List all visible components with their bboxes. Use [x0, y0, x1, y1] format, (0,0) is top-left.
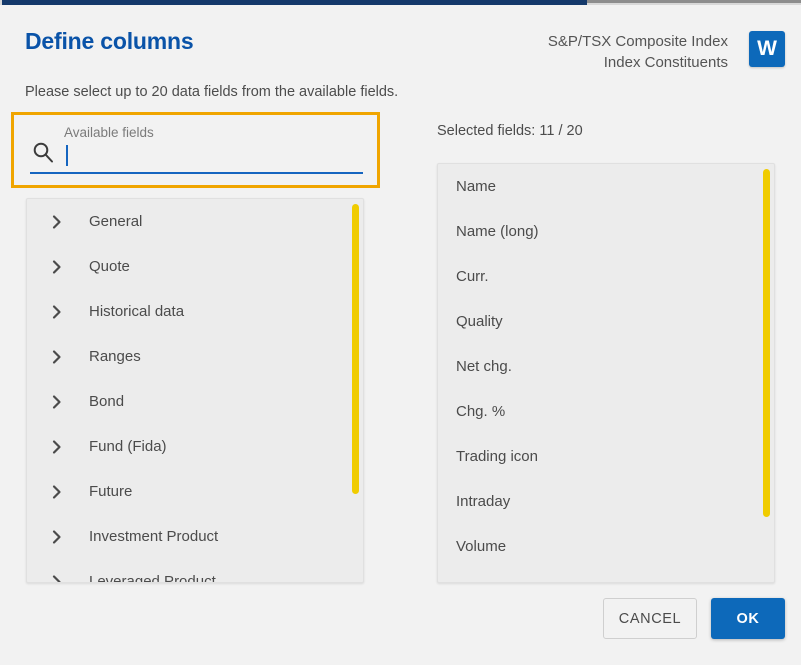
context-line-secondary: Index Constituents — [548, 52, 728, 73]
selected-field-label: Quality — [456, 313, 503, 330]
cancel-button[interactable]: CANCEL — [603, 598, 697, 639]
available-field-row[interactable]: Future — [27, 469, 363, 514]
define-columns-dialog: Define columns Please select up to 20 da… — [0, 5, 801, 665]
available-fields-scrollbar[interactable] — [352, 204, 359, 494]
context-title: S&P/TSX Composite Index Index Constituen… — [548, 31, 728, 73]
selected-field-label: Trading icon — [456, 448, 538, 465]
selected-fields-scroll-area: Name Name (long) Curr. Quality Net chg. Chg. … — [438, 164, 774, 582]
selected-field-row[interactable]: Quality — [438, 299, 774, 344]
selected-field-label: Name — [456, 178, 496, 195]
available-field-label: Future — [89, 483, 132, 500]
available-field-label: Historical data — [89, 303, 184, 320]
available-field-row[interactable]: Quote — [27, 244, 363, 289]
selected-field-row[interactable]: Name (long) — [438, 209, 774, 254]
chevron-right-icon — [49, 349, 65, 365]
available-field-row[interactable]: Investment Product — [27, 514, 363, 559]
selected-field-row[interactable]: Trading icon — [438, 434, 774, 479]
selected-field-label: Net chg. — [456, 358, 512, 375]
chevron-right-icon — [49, 394, 65, 410]
selected-field-row[interactable]: Intraday — [438, 479, 774, 524]
available-field-label: Ranges — [89, 348, 141, 365]
context-line-primary: S&P/TSX Composite Index — [548, 31, 728, 52]
page-title: Define columns — [25, 28, 193, 55]
available-field-label: Bond — [89, 393, 124, 410]
selected-field-label: Intraday — [456, 493, 510, 510]
app-badge: W — [749, 31, 785, 67]
chevron-right-icon — [49, 529, 65, 545]
text-cursor — [66, 145, 68, 166]
available-field-row[interactable]: Leveraged Product — [27, 559, 363, 582]
chevron-right-icon — [49, 484, 65, 500]
ok-button[interactable]: OK — [711, 598, 785, 639]
available-field-row[interactable]: Bond — [27, 379, 363, 424]
search-inner: Available fields — [14, 115, 377, 185]
available-field-row[interactable]: Fund (Fida) — [27, 424, 363, 469]
available-field-label: Fund (Fida) — [89, 438, 167, 455]
selected-field-row[interactable]: Curr. — [438, 254, 774, 299]
selected-field-label: Name (long) — [456, 223, 539, 240]
dialog-footer: CANCEL OK — [0, 593, 801, 648]
selected-fields-scrollbar[interactable] — [763, 169, 770, 517]
selected-field-row[interactable]: Chg. % — [438, 389, 774, 434]
chevron-right-icon — [49, 259, 65, 275]
available-field-row[interactable]: Ranges — [27, 334, 363, 379]
search-input-label: Available fields — [64, 125, 154, 140]
available-field-label: Quote — [89, 258, 130, 275]
available-fields-search[interactable]: Available fields — [11, 112, 380, 188]
available-fields-scroll-area: General Quote Historical data Ranges Bond Fun… — [27, 199, 363, 582]
available-fields-panel: General Quote Historical data Ranges Bond Fun… — [26, 198, 364, 583]
selected-field-label: Volume — [456, 538, 506, 555]
selected-fields-counter: Selected fields: 11 / 20 — [437, 123, 583, 139]
chevron-right-icon — [49, 574, 65, 583]
available-field-label: Investment Product — [89, 528, 218, 545]
search-icon — [32, 141, 54, 163]
selected-fields-panel: Name Name (long) Curr. Quality Net chg. Chg. … — [437, 163, 775, 583]
chevron-right-icon — [49, 304, 65, 320]
selected-fields-list: Name Name (long) Curr. Quality Net chg. Chg. … — [438, 164, 774, 569]
selected-field-row[interactable]: Net chg. — [438, 344, 774, 389]
available-field-row[interactable]: General — [27, 199, 363, 244]
available-fields-list: General Quote Historical data Ranges Bond Fun… — [27, 199, 363, 582]
available-field-row[interactable]: Historical data — [27, 289, 363, 334]
selected-field-row[interactable]: Volume — [438, 524, 774, 569]
selected-field-label: Chg. % — [456, 403, 505, 420]
window-titlebar-edge — [587, 0, 801, 3]
instructions-text: Please select up to 20 data fields from … — [25, 84, 398, 100]
selected-field-label: Curr. — [456, 268, 489, 285]
chevron-right-icon — [49, 214, 65, 230]
search-underline — [30, 172, 363, 174]
available-field-label: Leveraged Product — [89, 573, 216, 582]
selected-field-row[interactable]: Name — [438, 164, 774, 209]
chevron-right-icon — [49, 439, 65, 455]
dialog-header: Define columns Please select up to 20 da… — [0, 5, 801, 105]
available-field-label: General — [89, 213, 142, 230]
